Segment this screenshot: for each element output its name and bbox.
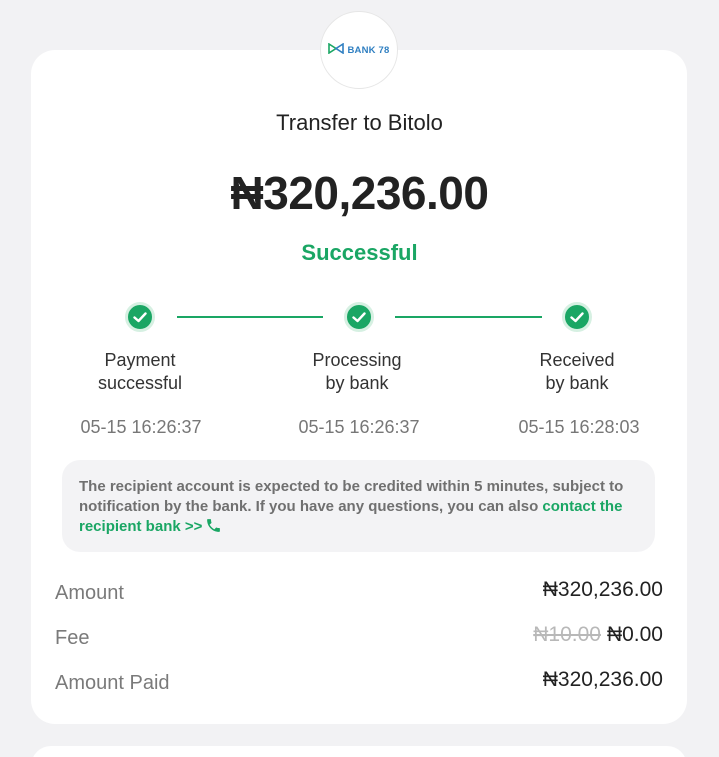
fee-value-group: ₦10.00 ₦0.00 — [533, 623, 663, 647]
status-text: Successful — [301, 240, 418, 265]
amount-label: Amount — [55, 582, 124, 604]
bank-78-logo-icon — [328, 41, 345, 59]
page-title: Transfer to Bitolo — [276, 110, 443, 135]
transfer-amount: ₦320,236.00 — [230, 167, 489, 219]
step-received-label-line1: Received — [539, 350, 615, 370]
step-processing-label-line2: by bank — [325, 373, 389, 393]
step-received-label-line2: by bank — [545, 373, 609, 393]
credit-notice: The recipient account is expected to be … — [62, 460, 655, 552]
phone-icon — [205, 517, 222, 540]
bank-logo: BANK 78 — [320, 11, 398, 89]
fee-label: Fee — [55, 627, 90, 649]
step-processing-time: 05-15 16:26:37 — [298, 417, 420, 437]
secondary-card — [31, 746, 687, 757]
step-received-time: 05-15 16:28:03 — [518, 417, 640, 437]
fee-original-value: ₦10.00 — [533, 623, 601, 646]
step-payment-label-line2: successful — [97, 373, 183, 393]
transaction-receipt-page: BANK 78 Transfer to Bitolo ₦320,236.00 S… — [0, 0, 719, 757]
amount-paid-value: ₦320,236.00 — [542, 668, 663, 691]
step-payment-label: Payment successful — [40, 349, 240, 395]
step-payment-check-icon — [125, 302, 155, 332]
step-processing-label-line1: Processing — [312, 350, 402, 370]
amount-paid-label: Amount Paid — [55, 672, 170, 694]
bank-logo-text: BANK 78 — [347, 44, 390, 56]
amount-value: ₦320,236.00 — [542, 578, 663, 601]
progress-line-1 — [177, 316, 323, 318]
progress-line-2 — [395, 316, 542, 318]
fee-value: ₦0.00 — [606, 623, 663, 646]
step-received-label: Received by bank — [477, 349, 677, 395]
step-processing-label: Processing by bank — [257, 349, 457, 395]
step-payment-label-line1: Payment — [104, 350, 176, 370]
step-processing-check-icon — [344, 302, 374, 332]
step-payment-time: 05-15 16:26:37 — [80, 417, 202, 437]
step-received-check-icon — [562, 302, 592, 332]
